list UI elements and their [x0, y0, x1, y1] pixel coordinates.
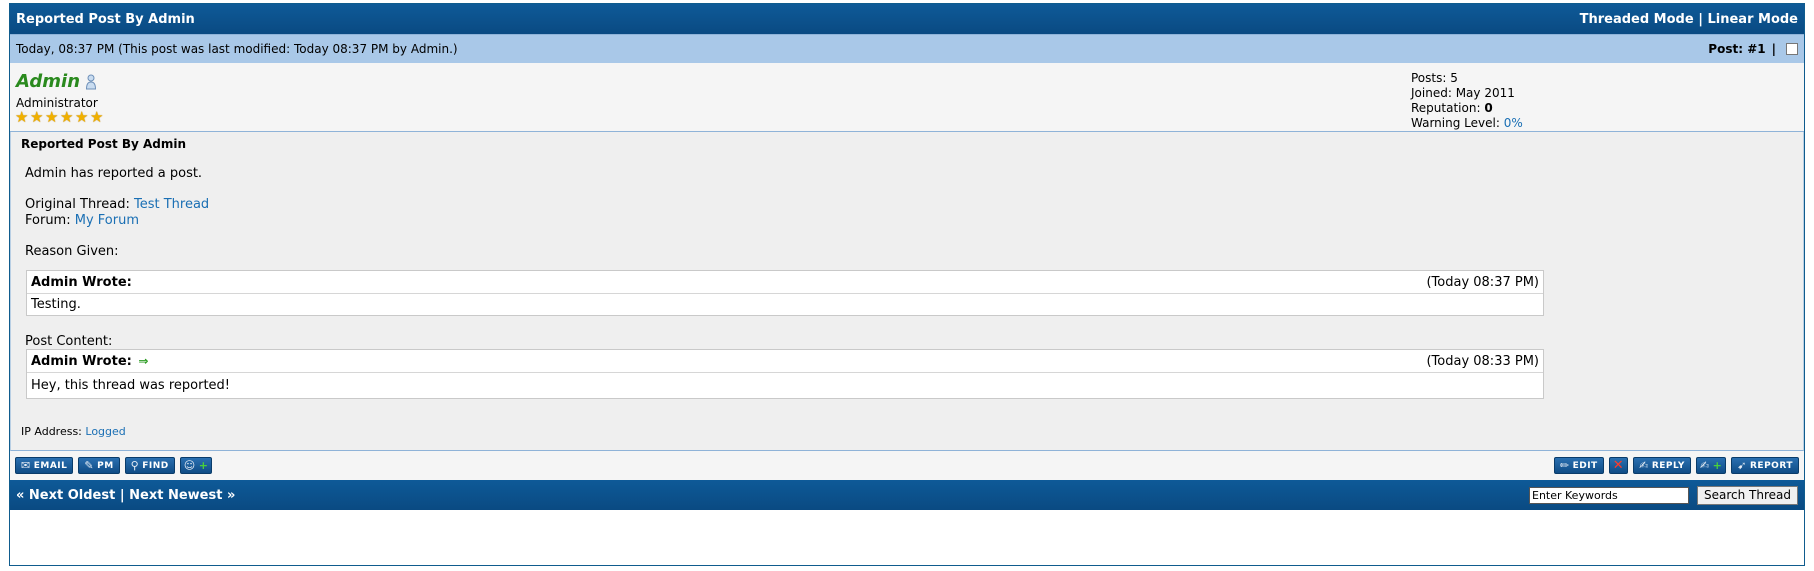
add-buddy-button[interactable]: ☺ + — [179, 457, 213, 474]
joined-stat: Joined: May 2011 — [1411, 86, 1515, 100]
quote-date: (Today 08:33 PM) — [1426, 353, 1539, 369]
star-icon: ★ — [60, 108, 74, 126]
post-body: Reported Post By Admin Admin has reporte… — [10, 132, 1804, 451]
quote-text: Testing. — [31, 297, 81, 312]
quote-author: Admin Wrote: — [31, 353, 132, 369]
user-add-icon: ☺ — [183, 459, 196, 472]
author-name-link[interactable]: Admin — [16, 71, 80, 92]
find-button[interactable]: ⚲ FIND — [124, 457, 175, 474]
post-action-buttons: ✏ EDIT ✕ ✍ REPLY ✍ + ➹ REPORT — [1553, 457, 1799, 474]
post-meta-bar: Today, 08:37 PM (This post was last modi… — [10, 34, 1804, 63]
author-stats: Posts: 5 Joined: May 2011 Reputation: 0 … — [1411, 71, 1523, 131]
post-subject: Reported Post By Admin — [21, 137, 187, 151]
post-content-label: Post Content: — [25, 334, 113, 349]
offline-status-icon — [86, 74, 97, 89]
author-buttons: ✉ EMAIL ✎ PM ⚲ FIND ☺ + — [15, 457, 213, 474]
post-number-link[interactable]: Post: #1 — [1708, 42, 1765, 56]
quote-text: Hey, this thread was reported! — [31, 378, 230, 393]
mode-separator: | — [1698, 11, 1703, 27]
star-icon: ★ — [75, 108, 89, 126]
edit-button[interactable]: ✏ EDIT — [1553, 457, 1604, 474]
delete-x-icon: ✕ — [1612, 458, 1625, 473]
plus-icon: + — [198, 459, 209, 472]
nav-separator: | — [119, 487, 125, 503]
author-name-row: Admin — [16, 71, 97, 92]
message-icon: ✎ — [84, 459, 95, 472]
search-thread-form: Search Thread — [1529, 485, 1798, 505]
reputation-stat: Reputation: 0 — [1411, 101, 1493, 115]
warning-level-link[interactable]: 0% — [1504, 116, 1523, 130]
reply-button[interactable]: ✍ REPLY — [1633, 457, 1691, 474]
next-oldest-link[interactable]: « Next Oldest — [16, 488, 115, 503]
report-button[interactable]: ➹ REPORT — [1731, 457, 1799, 474]
thread-navigation: « Next Oldest | Next Newest » — [16, 488, 235, 503]
thread-header: Reported Post By Admin Threaded Mode | L… — [10, 4, 1804, 34]
pm-button[interactable]: ✎ PM — [78, 457, 120, 474]
search-thread-button[interactable]: Search Thread — [1697, 485, 1798, 505]
star-icon: ★ — [30, 108, 44, 126]
author-stars: ★ ★ ★ ★ ★ ★ — [15, 110, 105, 125]
ip-logged-link[interactable]: Logged — [85, 425, 125, 438]
next-newest-link[interactable]: Next Newest » — [129, 488, 235, 503]
quote-author: Admin Wrote: — [31, 274, 132, 290]
quote-author-row: Admin Wrote: ⇒ — [31, 354, 148, 369]
reason-quote: Admin Wrote: (Today 08:37 PM) Testing. — [26, 270, 1544, 316]
post-button-bar: ✉ EMAIL ✎ PM ⚲ FIND ☺ + ✏ EDIT ✕ ✍ REPLY… — [10, 451, 1804, 480]
reply-quill-icon: ✍ — [1639, 459, 1649, 472]
magnifier-icon: ⚲ — [130, 459, 140, 472]
linear-mode-link[interactable]: Linear Mode — [1707, 12, 1798, 27]
jump-to-post-arrow-icon[interactable]: ⇒ — [138, 354, 148, 368]
post-timestamp: Today, 08:37 PM (This post was last modi… — [16, 42, 458, 56]
report-intro: Admin has reported a post. — [25, 166, 203, 181]
pencil-icon: ✏ — [1559, 459, 1570, 472]
content-quote: Admin Wrote: ⇒ (Today 08:33 PM) Hey, thi… — [26, 349, 1544, 399]
threaded-mode-link[interactable]: Threaded Mode — [1580, 12, 1694, 27]
warning-level-stat: Warning Level: 0% — [1411, 116, 1523, 130]
star-icon: ★ — [90, 108, 104, 126]
rocket-icon: ➹ — [1737, 459, 1747, 472]
inline-moderation-checkbox[interactable] — [1786, 43, 1798, 55]
original-thread-link[interactable]: Test Thread — [134, 197, 209, 212]
quote-header: Admin Wrote: (Today 08:37 PM) — [27, 271, 1543, 294]
ip-address-line: IP Address: Logged — [21, 425, 126, 438]
quote-date: (Today 08:37 PM) — [1426, 274, 1539, 290]
posts-stat: Posts: 5 — [1411, 71, 1458, 85]
author-panel: Admin Administrator ★ ★ ★ ★ ★ ★ Posts: 5… — [10, 63, 1804, 132]
email-button[interactable]: ✉ EMAIL — [15, 457, 74, 474]
multiquote-button[interactable]: ✍ + — [1695, 457, 1727, 474]
plus-icon: + — [1712, 459, 1723, 472]
quote-icon: ✍ — [1699, 459, 1710, 472]
star-icon: ★ — [15, 108, 29, 126]
quote-header: Admin Wrote: ⇒ (Today 08:33 PM) — [27, 350, 1543, 373]
post-number-separator: | — [1771, 42, 1776, 56]
star-icon: ★ — [45, 108, 59, 126]
thread-title: Reported Post By Admin — [16, 11, 195, 27]
envelope-icon: ✉ — [21, 459, 31, 472]
forum-link[interactable]: My Forum — [75, 213, 139, 228]
search-keywords-input[interactable] — [1529, 486, 1689, 504]
reason-label: Reason Given: — [25, 244, 119, 259]
forum-line: Forum: My Forum — [25, 213, 140, 228]
delete-button[interactable]: ✕ — [1608, 457, 1629, 474]
thread-nav-bar: « Next Oldest | Next Newest » Search Thr… — [10, 480, 1804, 510]
post-container: Reported Post By Admin Threaded Mode | L… — [9, 3, 1805, 566]
post-number: Post: #1 | — [1708, 42, 1798, 56]
view-mode-links: Threaded Mode | Linear Mode — [1580, 12, 1798, 27]
original-thread-line: Original Thread: Test Thread — [25, 197, 210, 212]
